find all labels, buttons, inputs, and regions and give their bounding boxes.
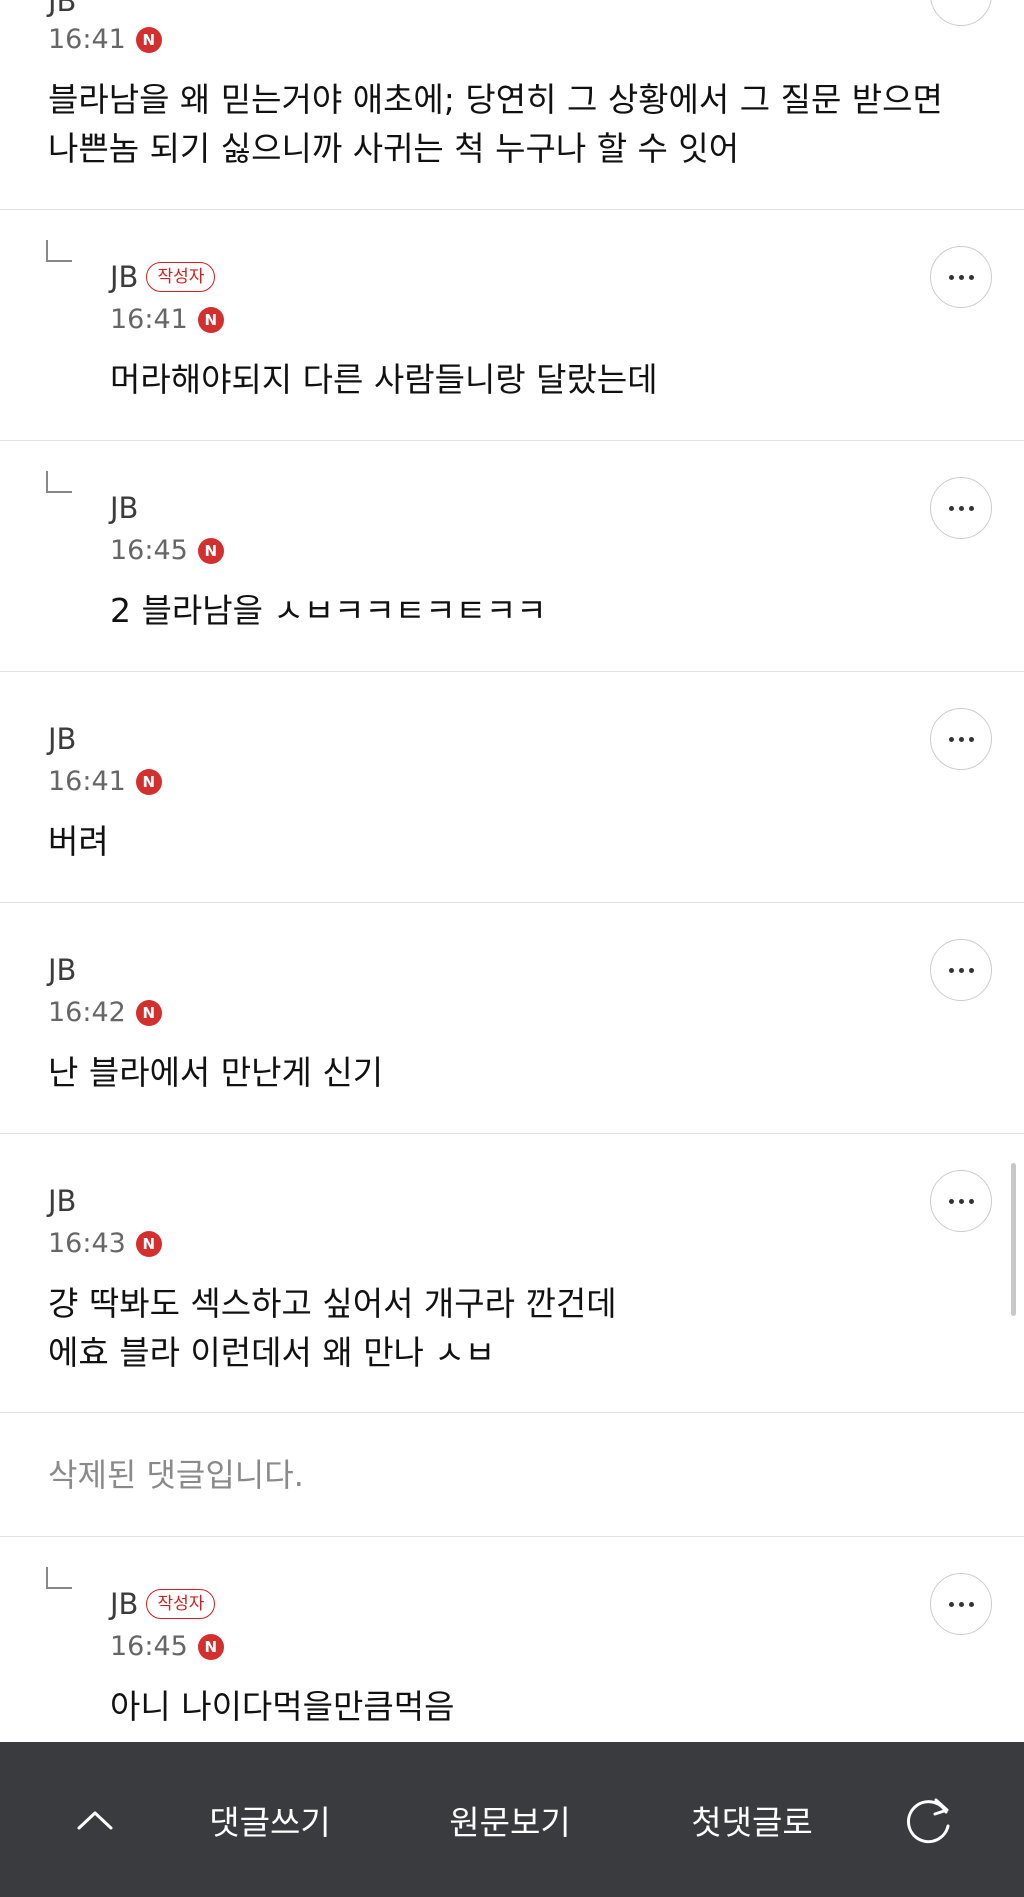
comment-author-row: JB 작성자 xyxy=(110,1587,216,1621)
scroll-up-button[interactable] xyxy=(55,1742,135,1897)
comment-time-row: 16:41 N xyxy=(48,766,162,798)
comment-text: 아니 나이다먹을만큼먹음 xyxy=(110,1687,455,1726)
reply-arrow-icon xyxy=(46,471,72,493)
new-badge-icon: N xyxy=(135,769,162,795)
dot-icon xyxy=(958,505,964,511)
comment-author: JB xyxy=(48,1184,77,1218)
comment-time: 16:41 xyxy=(110,304,188,335)
comment-time: 16:45 xyxy=(110,1631,188,1662)
comment-time-row: 16:41 N xyxy=(48,24,162,56)
comment-thread-screen: JB 16:41 N 블라남을 왜 믿는거야 애초에; 당연히 그 상황에서 그… xyxy=(0,0,1024,1897)
dot-icon xyxy=(958,1601,964,1607)
writer-badge: 작성자 xyxy=(146,1589,216,1619)
reply-arrow-icon xyxy=(46,240,72,262)
comment-author: JB xyxy=(110,260,139,294)
deleted-comment-text: 삭제된 댓글입니다. xyxy=(48,1456,304,1494)
dot-icon xyxy=(968,505,974,511)
comment-time-row: 16:42 N xyxy=(48,997,162,1029)
dot-icon xyxy=(958,967,964,973)
more-options-button[interactable] xyxy=(930,708,992,770)
comment-item: JB 16:41 N 버려 xyxy=(0,672,1024,903)
writer-badge: 작성자 xyxy=(146,262,216,292)
dot-icon xyxy=(948,1601,954,1607)
comment-text: 블라남을 왜 믿는거야 애초에; 당연히 그 상황에서 그 질문 받으면 나쁜놈… xyxy=(48,80,943,168)
more-options-button[interactable] xyxy=(930,939,992,1001)
dot-icon xyxy=(948,967,954,973)
comment-text: 버려 xyxy=(48,822,109,861)
refresh-button[interactable] xyxy=(890,1742,970,1897)
comment-item: JB 작성자 16:41 N 머라해야되지 다른 사람들니랑 달랐는데 xyxy=(0,210,1024,441)
dot-icon xyxy=(968,1601,974,1607)
comment-item: JB 16:45 N 2 블라남을 ㅅㅂㅋㅋㅌㅋㅌㅋㅋ xyxy=(0,441,1024,672)
comment-author: JB xyxy=(48,953,77,987)
more-options-button[interactable] xyxy=(930,477,992,539)
comment-time-row: 16:43 N xyxy=(48,1228,162,1260)
new-badge-icon: N xyxy=(135,27,162,53)
dot-icon xyxy=(958,736,964,742)
chevron-up-icon xyxy=(77,1811,113,1829)
reply-arrow-icon xyxy=(46,1567,72,1589)
comment-time: 16:41 xyxy=(48,766,126,797)
more-options-button[interactable] xyxy=(930,1573,992,1635)
comment-author-row: JB 작성자 xyxy=(110,260,216,294)
more-options-button[interactable] xyxy=(930,0,992,26)
dot-icon xyxy=(958,1198,964,1204)
comment-item: JB 작성자 16:45 N 아니 나이다먹을만큼먹음 xyxy=(0,1537,1024,1777)
deleted-comment: 삭제된 댓글입니다. xyxy=(0,1413,1024,1537)
new-badge-icon: N xyxy=(197,538,224,564)
comment-author: JB xyxy=(110,1587,139,1621)
comment-text: 걍 딱봐도 섹스하고 싶어서 개구라 깐건데 에효 블라 이런데서 왜 만나 ㅅ… xyxy=(48,1284,617,1372)
comment-text: 난 블라에서 만난게 신기 xyxy=(48,1053,384,1092)
view-original-button[interactable]: 원문보기 xyxy=(420,1742,600,1897)
new-badge-icon: N xyxy=(135,1231,162,1257)
comment-time: 16:41 xyxy=(48,24,126,55)
comment-time-row: 16:45 N xyxy=(110,535,224,567)
dot-icon xyxy=(958,274,964,280)
more-options-button[interactable] xyxy=(930,1170,992,1232)
dot-icon xyxy=(948,1198,954,1204)
new-badge-icon: N xyxy=(197,307,224,333)
comment-time: 16:42 xyxy=(48,997,126,1028)
first-comment-button[interactable]: 첫댓글로 xyxy=(662,1742,842,1897)
comment-item: JB 16:42 N 난 블라에서 만난게 신기 xyxy=(0,903,1024,1134)
dot-icon xyxy=(948,736,954,742)
comment-author: JB xyxy=(48,722,77,756)
write-comment-button[interactable]: 댓글쓰기 xyxy=(180,1742,360,1897)
comment-item: JB 16:43 N 걍 딱봐도 섹스하고 싶어서 개구라 깐건데 에효 블라 … xyxy=(0,1134,1024,1413)
comment-item: JB 16:41 N 블라남을 왜 믿는거야 애초에; 당연히 그 상황에서 그… xyxy=(0,0,1024,210)
bottom-action-bar: 댓글쓰기 원문보기 첫댓글로 xyxy=(0,1742,1024,1897)
dot-icon xyxy=(968,1198,974,1204)
scrollbar-thumb[interactable] xyxy=(1011,1163,1016,1316)
new-badge-icon: N xyxy=(135,1000,162,1026)
dot-icon xyxy=(948,274,954,280)
comment-author: JB xyxy=(48,0,77,18)
refresh-icon xyxy=(907,1798,950,1843)
new-badge-icon: N xyxy=(197,1634,224,1660)
comment-time-row: 16:45 N xyxy=(110,1631,224,1663)
dot-icon xyxy=(968,736,974,742)
comment-time: 16:45 xyxy=(110,535,188,566)
dot-icon xyxy=(968,967,974,973)
comment-author: JB xyxy=(110,491,139,525)
comment-text: 2 블라남을 ㅅㅂㅋㅋㅌㅋㅌㅋㅋ xyxy=(110,591,547,630)
dot-icon xyxy=(968,274,974,280)
dot-icon xyxy=(948,505,954,511)
comment-time: 16:43 xyxy=(48,1228,126,1259)
more-options-button[interactable] xyxy=(930,246,992,308)
comment-time-row: 16:41 N xyxy=(110,304,224,336)
comment-text: 머라해야되지 다른 사람들니랑 달랐는데 xyxy=(110,360,658,399)
